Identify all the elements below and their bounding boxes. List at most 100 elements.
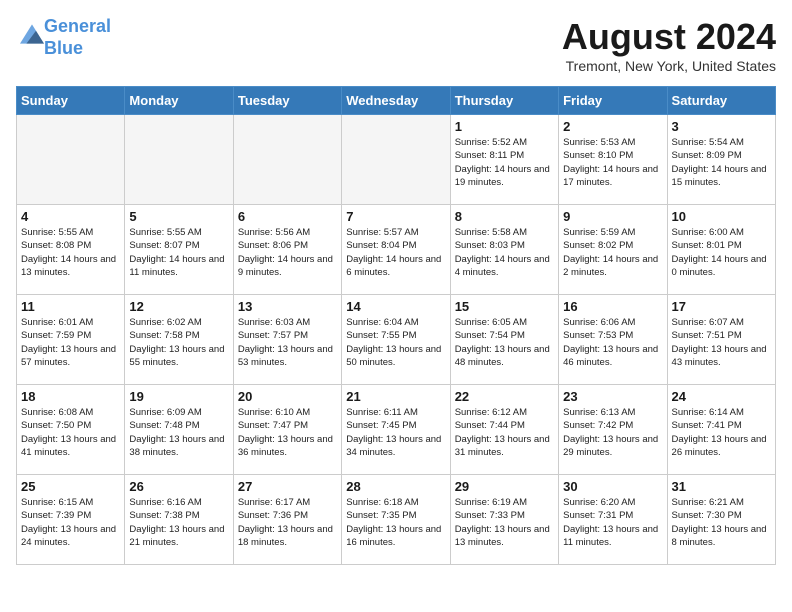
calendar-cell xyxy=(342,115,450,205)
day-number: 17 xyxy=(672,299,771,314)
day-number: 26 xyxy=(129,479,228,494)
logo-line1: General xyxy=(44,16,111,36)
weekday-header-thursday: Thursday xyxy=(450,87,558,115)
cell-info: Sunrise: 6:15 AM Sunset: 7:39 PM Dayligh… xyxy=(21,496,120,549)
month-year-title: August 2024 xyxy=(562,16,776,58)
calendar-cell: 7 Sunrise: 5:57 AM Sunset: 8:04 PM Daylig… xyxy=(342,205,450,295)
day-number: 2 xyxy=(563,119,662,134)
calendar-cell: 10Sunrise: 6:00 AM Sunset: 8:01 PM Dayli… xyxy=(667,205,775,295)
cell-info: Sunrise: 6:21 AM Sunset: 7:30 PM Dayligh… xyxy=(672,496,771,549)
day-number: 7 xyxy=(346,209,445,224)
week-row-3: 11Sunrise: 6:01 AM Sunset: 7:59 PM Dayli… xyxy=(17,295,776,385)
cell-info: Sunrise: 6:09 AM Sunset: 7:48 PM Dayligh… xyxy=(129,406,228,459)
cell-info: Sunrise: 5:52 AM Sunset: 8:11 PM Dayligh… xyxy=(455,136,554,189)
day-number: 25 xyxy=(21,479,120,494)
location-subtitle: Tremont, New York, United States xyxy=(562,58,776,74)
cell-info: Sunrise: 6:06 AM Sunset: 7:53 PM Dayligh… xyxy=(563,316,662,369)
calendar-cell: 28Sunrise: 6:18 AM Sunset: 7:35 PM Dayli… xyxy=(342,475,450,565)
cell-info: Sunrise: 5:54 AM Sunset: 8:09 PM Dayligh… xyxy=(672,136,771,189)
calendar-cell: 15 Sunrise: 6:05 AM Sunset: 7:54 PM Dayli… xyxy=(450,295,558,385)
cell-info: Sunrise: 6:17 AM Sunset: 7:36 PM Dayligh… xyxy=(238,496,337,549)
day-number: 8 xyxy=(455,209,554,224)
week-row-5: 25 Sunrise: 6:15 AM Sunset: 7:39 PM Dayli… xyxy=(17,475,776,565)
cell-info: Sunrise: 6:08 AM Sunset: 7:50 PM Dayligh… xyxy=(21,406,120,459)
day-number: 9 xyxy=(563,209,662,224)
calendar-cell: 17 Sunrise: 6:07 AM Sunset: 7:51 PM Dayli… xyxy=(667,295,775,385)
day-number: 21 xyxy=(346,389,445,404)
logo-icon xyxy=(20,24,44,44)
calendar-cell xyxy=(17,115,125,205)
cell-info: Sunrise: 6:05 AM Sunset: 7:54 PM Dayligh… xyxy=(455,316,554,369)
cell-info: Sunrise: 6:01 AM Sunset: 7:59 PM Dayligh… xyxy=(21,316,120,369)
cell-info: Sunrise: 6:10 AM Sunset: 7:47 PM Dayligh… xyxy=(238,406,337,459)
calendar-table: SundayMondayTuesdayWednesdayThursdayFrid… xyxy=(16,86,776,565)
weekday-header-friday: Friday xyxy=(559,87,667,115)
weekday-header-saturday: Saturday xyxy=(667,87,775,115)
logo-line2: Blue xyxy=(44,38,83,58)
calendar-cell: 1Sunrise: 5:52 AM Sunset: 8:11 PM Daylig… xyxy=(450,115,558,205)
day-number: 20 xyxy=(238,389,337,404)
cell-info: Sunrise: 6:11 AM Sunset: 7:45 PM Dayligh… xyxy=(346,406,445,459)
week-row-1: 1Sunrise: 5:52 AM Sunset: 8:11 PM Daylig… xyxy=(17,115,776,205)
cell-info: Sunrise: 6:18 AM Sunset: 7:35 PM Dayligh… xyxy=(346,496,445,549)
calendar-cell: 26 Sunrise: 6:16 AM Sunset: 7:38 PM Dayli… xyxy=(125,475,233,565)
title-block: August 2024 Tremont, New York, United St… xyxy=(562,16,776,74)
calendar-cell: 14 Sunrise: 6:04 AM Sunset: 7:55 PM Dayli… xyxy=(342,295,450,385)
cell-info: Sunrise: 5:55 AM Sunset: 8:08 PM Dayligh… xyxy=(21,226,120,279)
calendar-cell: 16 Sunrise: 6:06 AM Sunset: 7:53 PM Dayli… xyxy=(559,295,667,385)
calendar-cell: 11Sunrise: 6:01 AM Sunset: 7:59 PM Dayli… xyxy=(17,295,125,385)
week-row-4: 18 Sunrise: 6:08 AM Sunset: 7:50 PM Dayli… xyxy=(17,385,776,475)
cell-info: Sunrise: 6:02 AM Sunset: 7:58 PM Dayligh… xyxy=(129,316,228,369)
calendar-cell: 25 Sunrise: 6:15 AM Sunset: 7:39 PM Dayli… xyxy=(17,475,125,565)
day-number: 29 xyxy=(455,479,554,494)
weekday-header-wednesday: Wednesday xyxy=(342,87,450,115)
day-number: 6 xyxy=(238,209,337,224)
cell-info: Sunrise: 6:07 AM Sunset: 7:51 PM Dayligh… xyxy=(672,316,771,369)
cell-info: Sunrise: 5:56 AM Sunset: 8:06 PM Dayligh… xyxy=(238,226,337,279)
calendar-cell: 18 Sunrise: 6:08 AM Sunset: 7:50 PM Dayli… xyxy=(17,385,125,475)
day-number: 12 xyxy=(129,299,228,314)
day-number: 30 xyxy=(563,479,662,494)
calendar-cell: 9 Sunrise: 5:59 AM Sunset: 8:02 PM Daylig… xyxy=(559,205,667,295)
cell-info: Sunrise: 6:13 AM Sunset: 7:42 PM Dayligh… xyxy=(563,406,662,459)
weekday-header-monday: Monday xyxy=(125,87,233,115)
cell-info: Sunrise: 6:04 AM Sunset: 7:55 PM Dayligh… xyxy=(346,316,445,369)
calendar-cell xyxy=(125,115,233,205)
calendar-cell: 27 Sunrise: 6:17 AM Sunset: 7:36 PM Dayli… xyxy=(233,475,341,565)
day-number: 14 xyxy=(346,299,445,314)
cell-info: Sunrise: 5:58 AM Sunset: 8:03 PM Dayligh… xyxy=(455,226,554,279)
calendar-cell: 22Sunrise: 6:12 AM Sunset: 7:44 PM Dayli… xyxy=(450,385,558,475)
cell-info: Sunrise: 5:53 AM Sunset: 8:10 PM Dayligh… xyxy=(563,136,662,189)
calendar-cell: 3 Sunrise: 5:54 AM Sunset: 8:09 PM Daylig… xyxy=(667,115,775,205)
calendar-cell: 31Sunrise: 6:21 AM Sunset: 7:30 PM Dayli… xyxy=(667,475,775,565)
weekday-header-tuesday: Tuesday xyxy=(233,87,341,115)
calendar-cell: 21 Sunrise: 6:11 AM Sunset: 7:45 PM Dayli… xyxy=(342,385,450,475)
weekday-header-row: SundayMondayTuesdayWednesdayThursdayFrid… xyxy=(17,87,776,115)
calendar-cell: 19Sunrise: 6:09 AM Sunset: 7:48 PM Dayli… xyxy=(125,385,233,475)
cell-info: Sunrise: 5:57 AM Sunset: 8:04 PM Dayligh… xyxy=(346,226,445,279)
day-number: 18 xyxy=(21,389,120,404)
day-number: 10 xyxy=(672,209,771,224)
cell-info: Sunrise: 6:19 AM Sunset: 7:33 PM Dayligh… xyxy=(455,496,554,549)
calendar-cell: 30 Sunrise: 6:20 AM Sunset: 7:31 PM Dayli… xyxy=(559,475,667,565)
cell-info: Sunrise: 6:16 AM Sunset: 7:38 PM Dayligh… xyxy=(129,496,228,549)
calendar-cell xyxy=(233,115,341,205)
calendar-cell: 23Sunrise: 6:13 AM Sunset: 7:42 PM Dayli… xyxy=(559,385,667,475)
day-number: 16 xyxy=(563,299,662,314)
calendar-cell: 20 Sunrise: 6:10 AM Sunset: 7:47 PM Dayli… xyxy=(233,385,341,475)
calendar-cell: 24Sunrise: 6:14 AM Sunset: 7:41 PM Dayli… xyxy=(667,385,775,475)
weekday-header-sunday: Sunday xyxy=(17,87,125,115)
calendar-cell: 29 Sunrise: 6:19 AM Sunset: 7:33 PM Dayli… xyxy=(450,475,558,565)
calendar-cell: 5Sunrise: 5:55 AM Sunset: 8:07 PM Daylig… xyxy=(125,205,233,295)
day-number: 3 xyxy=(672,119,771,134)
cell-info: Sunrise: 6:20 AM Sunset: 7:31 PM Dayligh… xyxy=(563,496,662,549)
calendar-cell: 8 Sunrise: 5:58 AM Sunset: 8:03 PM Daylig… xyxy=(450,205,558,295)
day-number: 5 xyxy=(129,209,228,224)
day-number: 4 xyxy=(21,209,120,224)
day-number: 15 xyxy=(455,299,554,314)
week-row-2: 4 Sunrise: 5:55 AM Sunset: 8:08 PM Daylig… xyxy=(17,205,776,295)
cell-info: Sunrise: 5:59 AM Sunset: 8:02 PM Dayligh… xyxy=(563,226,662,279)
day-number: 27 xyxy=(238,479,337,494)
calendar-cell: 6 Sunrise: 5:56 AM Sunset: 8:06 PM Daylig… xyxy=(233,205,341,295)
calendar-cell: 4 Sunrise: 5:55 AM Sunset: 8:08 PM Daylig… xyxy=(17,205,125,295)
